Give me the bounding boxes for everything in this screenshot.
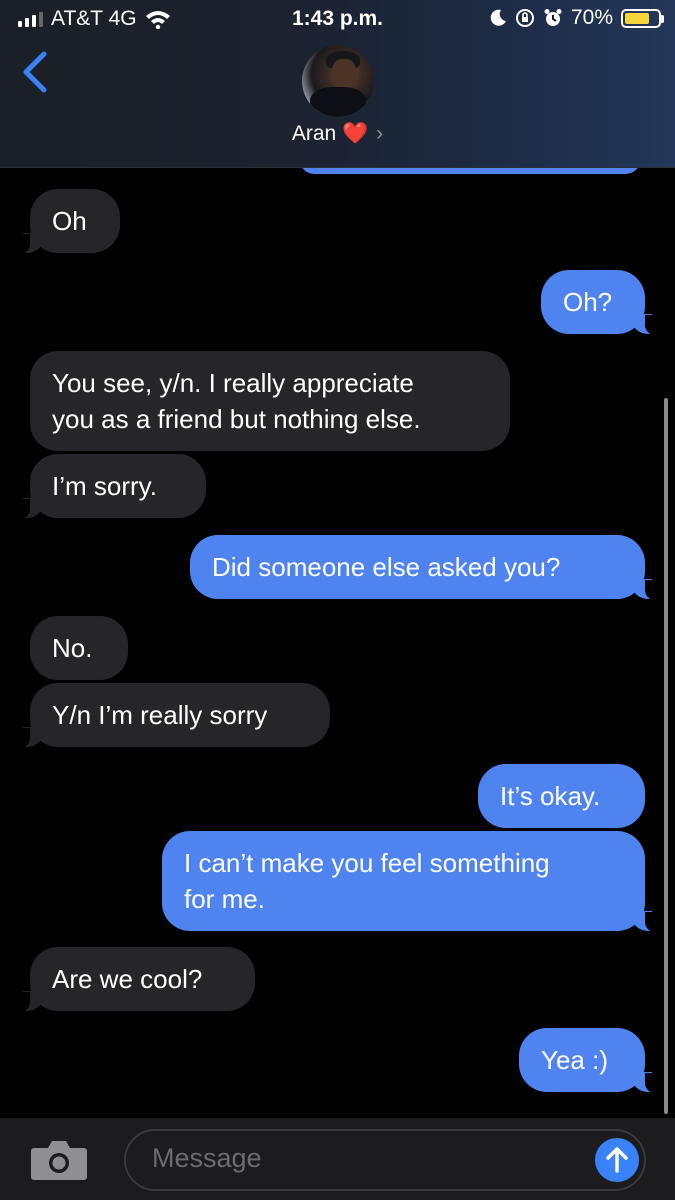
message-bubble-incoming[interactable]: Oh	[18, 189, 120, 254]
battery-percentage: 70%	[570, 6, 613, 29]
arrow-up-icon	[606, 1147, 628, 1173]
chevron-right-icon: ›	[376, 122, 384, 145]
alarm-icon	[544, 9, 562, 26]
message-input[interactable]: Message	[124, 1129, 646, 1191]
message-bubble-outgoing[interactable]: I can’t make you feel something for me.	[162, 831, 657, 932]
message-input-placeholder: Message	[152, 1143, 262, 1173]
previous-message-bubble	[300, 168, 640, 174]
message-bubble-incoming[interactable]: I’m sorry.	[18, 454, 206, 519]
send-button[interactable]	[595, 1138, 639, 1182]
message-bubble-incoming[interactable]: Are we cool?	[18, 947, 255, 1012]
status-icons: 70%	[489, 6, 664, 30]
message-bubble-incoming[interactable]: You see, y/n. I really appreciate you as…	[30, 351, 510, 451]
message-bubble-outgoing[interactable]: Did someone else asked you?	[190, 535, 657, 600]
message-bubble-outgoing[interactable]: It’s okay.	[478, 764, 645, 828]
message-list[interactable]: Oh Oh? You see, y/n. I really appreciate…	[0, 168, 675, 1118]
moon-icon	[490, 9, 506, 26]
contact-name-row[interactable]: Aran ❤️ ›	[0, 122, 675, 146]
back-chevron-icon[interactable]	[18, 50, 52, 94]
battery-icon	[621, 8, 664, 28]
contact-avatar[interactable]	[302, 45, 374, 117]
message-bubble-outgoing[interactable]: Yea :)	[519, 1028, 657, 1093]
message-bubble-incoming[interactable]: Y/n I’m really sorry	[18, 683, 330, 748]
scrollbar[interactable]	[664, 398, 668, 1114]
contact-name[interactable]: Aran ❤️	[292, 122, 368, 145]
message-bubble-incoming[interactable]: No.	[30, 616, 128, 680]
message-bubble-outgoing[interactable]: Oh?	[541, 270, 657, 335]
camera-icon[interactable]	[30, 1138, 88, 1180]
rotation-lock-icon	[515, 9, 534, 27]
conversation-header: AT&T 4G 1:43 p.m. 70% Aran ❤️ ›	[0, 0, 675, 168]
compose-bar: Message	[0, 1118, 675, 1200]
status-bar: AT&T 4G 1:43 p.m. 70%	[0, 0, 675, 36]
